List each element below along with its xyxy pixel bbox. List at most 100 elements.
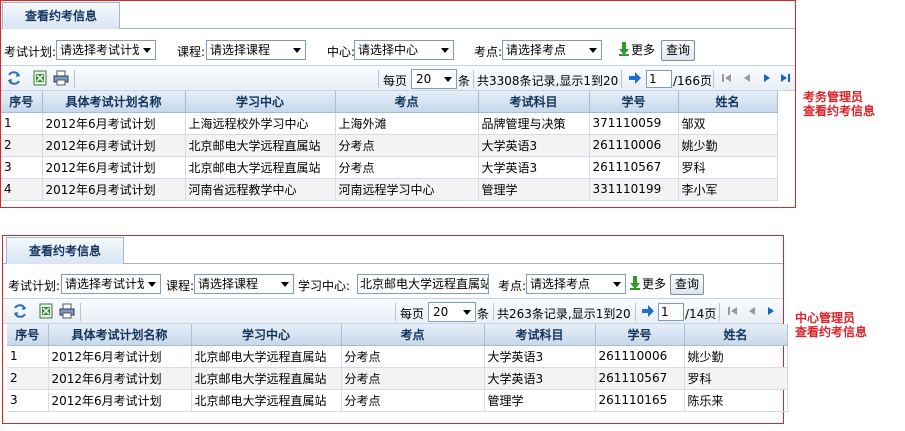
column-header[interactable]: 考试科目 bbox=[484, 324, 596, 346]
cell: 1 bbox=[7, 345, 49, 368]
site-label: 考点: bbox=[474, 45, 503, 59]
page-input[interactable]: 1 bbox=[658, 303, 684, 321]
cell: 河南省远程教学中心 bbox=[185, 178, 336, 201]
per-page-select[interactable]: 20 bbox=[428, 302, 476, 322]
tab-view-exam-info[interactable]: 查看约考信息 bbox=[6, 237, 124, 264]
chevron-down-icon bbox=[139, 41, 155, 59]
column-header[interactable]: 具体考试计划名称 bbox=[48, 324, 192, 346]
cell: 品牌管理与决策 bbox=[478, 112, 590, 135]
query-button[interactable]: 查询 bbox=[670, 274, 704, 295]
cell: 大学英语3 bbox=[484, 345, 596, 368]
export-excel-icon[interactable] bbox=[32, 70, 48, 86]
first-page-icon[interactable] bbox=[725, 303, 741, 319]
table-row[interactable]: 1 2012年6月考试计划 上海远程校外学习中心 上海外滩 品牌管理与决策 3711100… bbox=[1, 112, 778, 135]
toolbar-separator bbox=[635, 303, 636, 321]
column-header[interactable]: 学习中心 bbox=[185, 91, 336, 113]
refresh-icon[interactable] bbox=[12, 303, 28, 319]
annotation-line: 中心管理员 bbox=[795, 311, 856, 325]
arrow-down-icon bbox=[630, 276, 640, 290]
site-select[interactable]: 请选择考点 bbox=[526, 274, 626, 294]
course-select[interactable]: 请选择课程 bbox=[194, 274, 294, 294]
cell: 2 bbox=[1, 134, 43, 157]
cell: 分考点 bbox=[335, 156, 479, 179]
plan-label: 考试计划: bbox=[8, 279, 61, 293]
cell: 陈乐来 bbox=[684, 389, 788, 412]
table-row[interactable]: 3 2012年6月考试计划 北京邮电大学远程直属站 分考点 管理学 261110165 陈乐… bbox=[7, 389, 788, 412]
cell: 331110199 bbox=[589, 178, 679, 201]
column-header[interactable]: 具体考试计划名称 bbox=[42, 91, 186, 113]
per-page-select[interactable]: 20 bbox=[411, 69, 457, 89]
annotation-line: 查看约考信息 bbox=[803, 104, 876, 118]
center-select[interactable]: 请选择中心 bbox=[354, 40, 454, 60]
prev-page-icon[interactable] bbox=[739, 70, 755, 86]
plan-select[interactable]: 请选择考试计划 bbox=[61, 274, 161, 294]
column-header[interactable]: 序号 bbox=[7, 324, 49, 346]
column-header[interactable]: 姓名 bbox=[684, 324, 788, 346]
prev-page-icon[interactable] bbox=[744, 303, 760, 319]
cell: 2012年6月考试计划 bbox=[42, 134, 186, 157]
cell: 261110006 bbox=[595, 345, 685, 368]
cell: 分考点 bbox=[341, 389, 485, 412]
filter-bar: 考试计划: 请选择考试计划 课程: 请选择课程 学习中心: 北京邮电大学远程直属… bbox=[3, 271, 783, 299]
cell: 2012年6月考试计划 bbox=[42, 178, 186, 201]
first-page-icon[interactable] bbox=[719, 70, 735, 86]
cell: 2012年6月考试计划 bbox=[48, 345, 192, 368]
column-header[interactable]: 考试科目 bbox=[478, 91, 590, 113]
cell: 1 bbox=[1, 112, 43, 135]
grid-toolbar: 每页 20 条 共263条记录,显示1到20 1 /14页 bbox=[3, 298, 783, 324]
center-field[interactable]: 北京邮电大学远程直属站 bbox=[357, 274, 489, 294]
column-header[interactable]: 学号 bbox=[589, 91, 679, 113]
page-input[interactable]: 1 bbox=[646, 70, 672, 88]
column-header[interactable]: 序号 bbox=[1, 91, 43, 113]
cell: 北京邮电大学远程直属站 bbox=[191, 367, 342, 390]
cell: 4 bbox=[1, 178, 43, 201]
table-row[interactable]: 1 2012年6月考试计划 北京邮电大学远程直属站 分考点 大学英语3 261110006… bbox=[7, 345, 788, 368]
column-header[interactable]: 考点 bbox=[341, 324, 485, 346]
arrow-down-icon bbox=[619, 42, 629, 56]
column-header[interactable]: 姓名 bbox=[678, 91, 778, 113]
course-label: 课程: bbox=[177, 45, 206, 59]
print-icon[interactable] bbox=[59, 303, 75, 319]
next-page-icon[interactable] bbox=[763, 303, 779, 319]
cell: 姚少勤 bbox=[684, 345, 788, 368]
filter-bar: 考试计划: 请选择考试计划 课程: 请选择课程 中心: 请选择中心 考点: 请选… bbox=[1, 37, 795, 65]
toolbar-separator bbox=[493, 303, 494, 321]
table-row[interactable]: 4 2012年6月考试计划 河南省远程教学中心 河南远程学习中心 管理学 33111019… bbox=[1, 178, 778, 201]
per-page-label: 每页 bbox=[383, 74, 408, 88]
course-select[interactable]: 请选择课程 bbox=[206, 40, 306, 60]
table-row[interactable]: 2 2012年6月考试计划 北京邮电大学远程直属站 分考点 大学英语3 261110006… bbox=[1, 134, 778, 157]
goto-page-icon[interactable] bbox=[641, 303, 655, 319]
per-page-label: 每页 bbox=[400, 307, 425, 321]
table-row[interactable]: 3 2012年6月考试计划 北京邮电大学远程直属站 分考点 大学英语3 261110567… bbox=[1, 156, 778, 179]
tab-view-exam-info[interactable]: 查看约考信息 bbox=[2, 2, 120, 29]
annotation-center-admin: 中心管理员 查看约考信息 bbox=[795, 311, 867, 339]
column-header[interactable]: 考点 bbox=[335, 91, 479, 113]
cell: 261110006 bbox=[589, 134, 679, 157]
goto-page-icon[interactable] bbox=[628, 70, 642, 86]
more-link[interactable]: 更多 bbox=[629, 275, 666, 292]
query-button[interactable]: 查询 bbox=[661, 40, 695, 61]
center-label: 学习中心: bbox=[298, 279, 351, 293]
print-icon[interactable] bbox=[53, 70, 69, 86]
more-link[interactable]: 更多 bbox=[618, 41, 655, 58]
next-page-icon[interactable] bbox=[759, 70, 775, 86]
cell: 大学英语3 bbox=[478, 156, 590, 179]
cell: 2012年6月考试计划 bbox=[42, 156, 186, 179]
toolbar-separator bbox=[719, 303, 720, 321]
site-select[interactable]: 请选择考点 bbox=[502, 40, 602, 60]
tab-bar: 查看约考信息 bbox=[1, 1, 795, 29]
cell: 邹双 bbox=[678, 112, 778, 135]
refresh-icon[interactable] bbox=[6, 70, 22, 86]
table-header-row: 序号 具体考试计划名称 学习中心 考点 考试科目 学号 姓名 bbox=[1, 91, 778, 113]
per-page-unit: 条 bbox=[477, 307, 490, 321]
chevron-down-icon bbox=[609, 275, 625, 293]
column-header[interactable]: 学号 bbox=[595, 324, 685, 346]
record-summary: 共3308条记录,显示1到20 bbox=[477, 74, 619, 88]
export-excel-icon[interactable] bbox=[38, 303, 54, 319]
cell: 姚少勤 bbox=[678, 134, 778, 157]
more-label: 更多 bbox=[631, 43, 656, 57]
column-header[interactable]: 学习中心 bbox=[191, 324, 342, 346]
last-page-icon[interactable] bbox=[777, 70, 793, 86]
plan-select[interactable]: 请选择考试计划 bbox=[56, 40, 156, 60]
table-row[interactable]: 2 2012年6月考试计划 北京邮电大学远程直属站 分考点 大学英语3 261110567… bbox=[7, 367, 788, 390]
